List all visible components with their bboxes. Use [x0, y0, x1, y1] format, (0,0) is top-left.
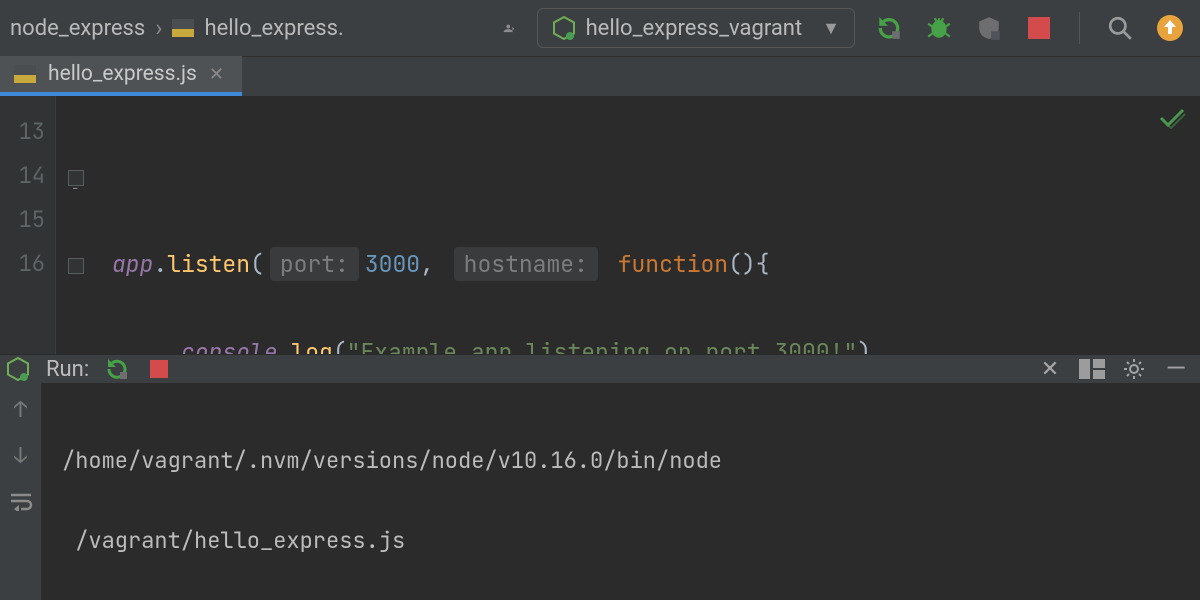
inlay-hint: port:: [270, 247, 359, 281]
token-punct: .: [153, 249, 167, 279]
stop-button[interactable]: [145, 355, 173, 383]
js-file-icon: [172, 19, 194, 37]
code-line: app.listen(port:3000, hostname: function…: [112, 242, 1200, 286]
run-side-actions: ↑ ↓: [0, 383, 42, 600]
token-keyword: function: [618, 249, 728, 279]
nodejs-icon: [6, 357, 30, 381]
token-method: listen: [167, 249, 250, 279]
run-config-selector[interactable]: hello_express_vagrant ▼: [537, 8, 855, 48]
breadcrumb: node_express › hello_express.: [4, 12, 350, 45]
breadcrumb-file[interactable]: hello_express.: [166, 12, 349, 45]
token-string: "Example app listening on port 3000!": [347, 337, 858, 354]
fold-toggle-icon[interactable]: [68, 170, 84, 186]
indent: [112, 337, 181, 354]
js-file-icon: [14, 65, 36, 83]
line-number-gutter: 13 14 15 16: [0, 96, 56, 354]
console-line: /vagrant/hello_express.js: [62, 521, 1180, 561]
down-stack-button[interactable]: ↓: [7, 441, 35, 469]
breadcrumb-project[interactable]: node_express: [4, 12, 151, 45]
token-method: log: [291, 337, 332, 354]
top-navbar: node_express › hello_express. hello_expr…: [0, 0, 1200, 56]
settings-button[interactable]: [1120, 355, 1148, 383]
fold-end-icon[interactable]: [68, 258, 84, 274]
token-punct: ,: [420, 249, 448, 279]
nodejs-icon: [552, 16, 576, 40]
debug-button[interactable]: [925, 14, 953, 42]
token-identifier: app: [112, 249, 153, 279]
breadcrumb-file-label: hello_express.: [204, 16, 343, 41]
line-number: 13: [0, 110, 45, 154]
code-line: [112, 154, 1200, 198]
code-with-me-button[interactable]: [495, 14, 523, 42]
token-punct: (){: [728, 249, 769, 279]
rerun-button[interactable]: [875, 14, 903, 42]
up-stack-button[interactable]: ↑: [7, 395, 35, 423]
line-number: 14: [0, 154, 45, 198]
token-punct: .: [278, 337, 292, 354]
run-coverage-button[interactable]: [975, 14, 1003, 42]
inspection-ok-icon[interactable]: [1158, 106, 1186, 128]
token-identifier: console: [181, 337, 278, 354]
toolbar-actions: [869, 12, 1190, 44]
token-punct: ): [857, 337, 871, 354]
line-number: 16: [0, 242, 45, 286]
toolbar-separator: [1079, 12, 1080, 44]
run-title: Run:: [46, 357, 89, 382]
run-header: Run: ✕ —: [0, 354, 1200, 383]
tab-hello-express[interactable]: hello_express.js ✕: [0, 56, 242, 96]
fold-gutter: [56, 96, 96, 354]
run-config-label: hello_express_vagrant: [586, 16, 803, 41]
run-console[interactable]: /home/vagrant/.nvm/versions/node/v10.16.…: [42, 383, 1200, 600]
token-punct: (: [250, 249, 264, 279]
chevron-right-icon: ›: [153, 16, 164, 40]
tab-label: hello_express.js: [48, 62, 197, 86]
console-line: /home/vagrant/.nvm/versions/node/v10.16.…: [62, 441, 1180, 481]
layout-button[interactable]: [1078, 355, 1106, 383]
line-number: 15: [0, 198, 45, 242]
chevron-down-icon: ▼: [822, 18, 840, 39]
soft-wrap-button[interactable]: [7, 487, 35, 515]
code-line: console.log("Example app listening on po…: [112, 330, 1200, 354]
code-editor[interactable]: 13 14 15 16 app.listen(port:3000, hostna…: [0, 96, 1200, 354]
search-button[interactable]: [1106, 14, 1134, 42]
code-area[interactable]: app.listen(port:3000, hostname: function…: [96, 96, 1200, 354]
token-punct: (: [333, 337, 347, 354]
editor-tabstrip: hello_express.js ✕: [0, 56, 1200, 96]
run-tool-window: Run: ✕ — ↑ ↓ /home/vagrant/.nvm/versions…: [0, 354, 1200, 600]
close-icon[interactable]: ✕: [209, 64, 224, 85]
minimize-button[interactable]: —: [1162, 355, 1190, 383]
token-number: 3000: [365, 249, 420, 279]
update-button[interactable]: [1156, 14, 1184, 42]
stop-button[interactable]: [1025, 14, 1053, 42]
rerun-button[interactable]: [103, 355, 131, 383]
close-panel-button[interactable]: ✕: [1036, 355, 1064, 383]
inlay-hint: hostname:: [454, 247, 598, 281]
